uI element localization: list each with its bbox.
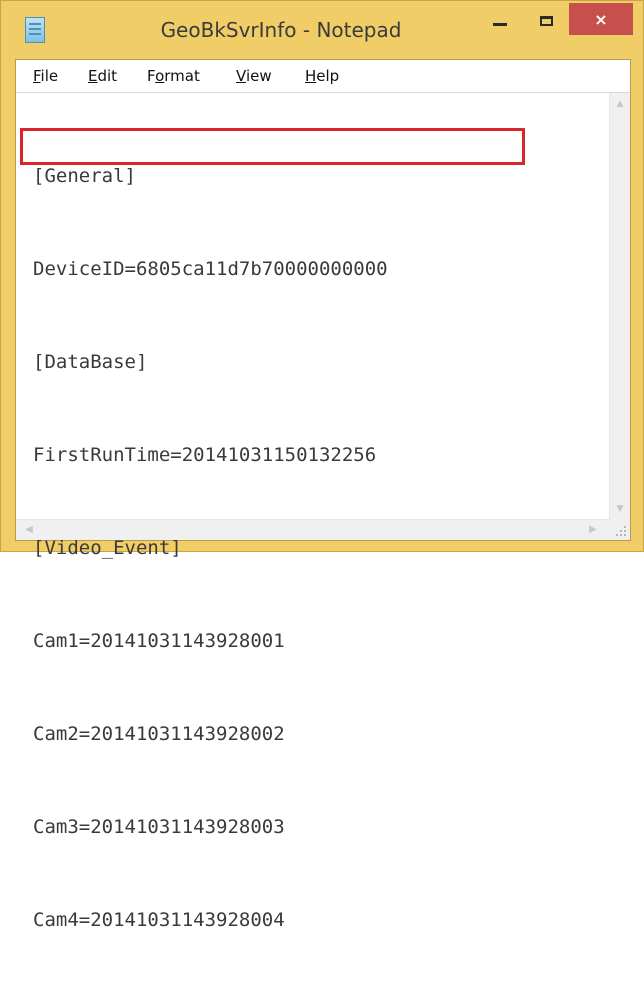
menu-edit[interactable]: Edit bbox=[88, 67, 117, 85]
menu-edit-label: dit bbox=[97, 67, 118, 85]
minimize-button[interactable] bbox=[477, 3, 523, 39]
menu-file-label: ile bbox=[40, 67, 59, 85]
maximize-button[interactable] bbox=[523, 3, 569, 39]
scroll-up-icon[interactable]: ▲ bbox=[610, 95, 630, 113]
menu-help-mnemonic: H bbox=[305, 67, 317, 85]
text-line: Cam1=20141031143928001 bbox=[33, 630, 285, 652]
scroll-right-icon[interactable]: ▶ bbox=[584, 520, 602, 540]
text-line: FirstRunTime=20141031150132256 bbox=[33, 444, 377, 466]
text-line-device-id: DeviceID=6805ca11d7b70000000000 bbox=[33, 258, 388, 280]
device-id-highlight-box bbox=[20, 128, 525, 165]
menu-view-label: iew bbox=[245, 67, 272, 85]
close-button[interactable]: × bbox=[569, 3, 633, 35]
text-line: [DataBase] bbox=[33, 351, 148, 373]
scroll-left-icon[interactable]: ◀ bbox=[20, 520, 38, 540]
vertical-scrollbar[interactable]: ▲ ▼ bbox=[609, 93, 630, 520]
text-line: Cam4=20141031143928004 bbox=[33, 909, 285, 931]
scroll-down-icon[interactable]: ▼ bbox=[610, 500, 630, 518]
menu-view-mnemonic: V bbox=[236, 67, 246, 85]
close-icon: × bbox=[594, 9, 608, 29]
title-bar[interactable]: GeoBkSvrInfo - Notepad × bbox=[1, 1, 643, 59]
client-area: File Edit Format View Help [General] Dev… bbox=[15, 59, 631, 931]
text-editor[interactable]: [General] DeviceID=6805ca11d7b7000000000… bbox=[16, 93, 630, 931]
menu-format-label-post: rmat bbox=[164, 67, 200, 85]
menu-format-label-pre: F bbox=[147, 67, 156, 85]
menu-view[interactable]: View bbox=[236, 67, 272, 85]
minimize-icon bbox=[493, 22, 507, 26]
menu-format[interactable]: Format bbox=[147, 67, 200, 85]
notepad-window: GeoBkSvrInfo - Notepad × File Edit Forma… bbox=[0, 0, 644, 931]
horizontal-scrollbar[interactable]: ◀ ▶ bbox=[16, 519, 610, 540]
menu-file[interactable]: File bbox=[33, 67, 58, 85]
text-line: [General] bbox=[33, 165, 136, 187]
menu-help[interactable]: Help bbox=[305, 67, 339, 85]
menu-help-label: elp bbox=[316, 67, 340, 85]
menu-file-mnemonic: F bbox=[33, 67, 41, 85]
menu-bar: File Edit Format View Help bbox=[16, 60, 630, 93]
maximize-icon bbox=[539, 16, 553, 26]
size-grip-icon[interactable] bbox=[610, 520, 630, 540]
text-line: Cam3=20141031143928003 bbox=[33, 816, 285, 838]
menu-format-mnemonic: o bbox=[155, 67, 165, 85]
text-line: Cam2=20141031143928002 bbox=[33, 723, 285, 745]
